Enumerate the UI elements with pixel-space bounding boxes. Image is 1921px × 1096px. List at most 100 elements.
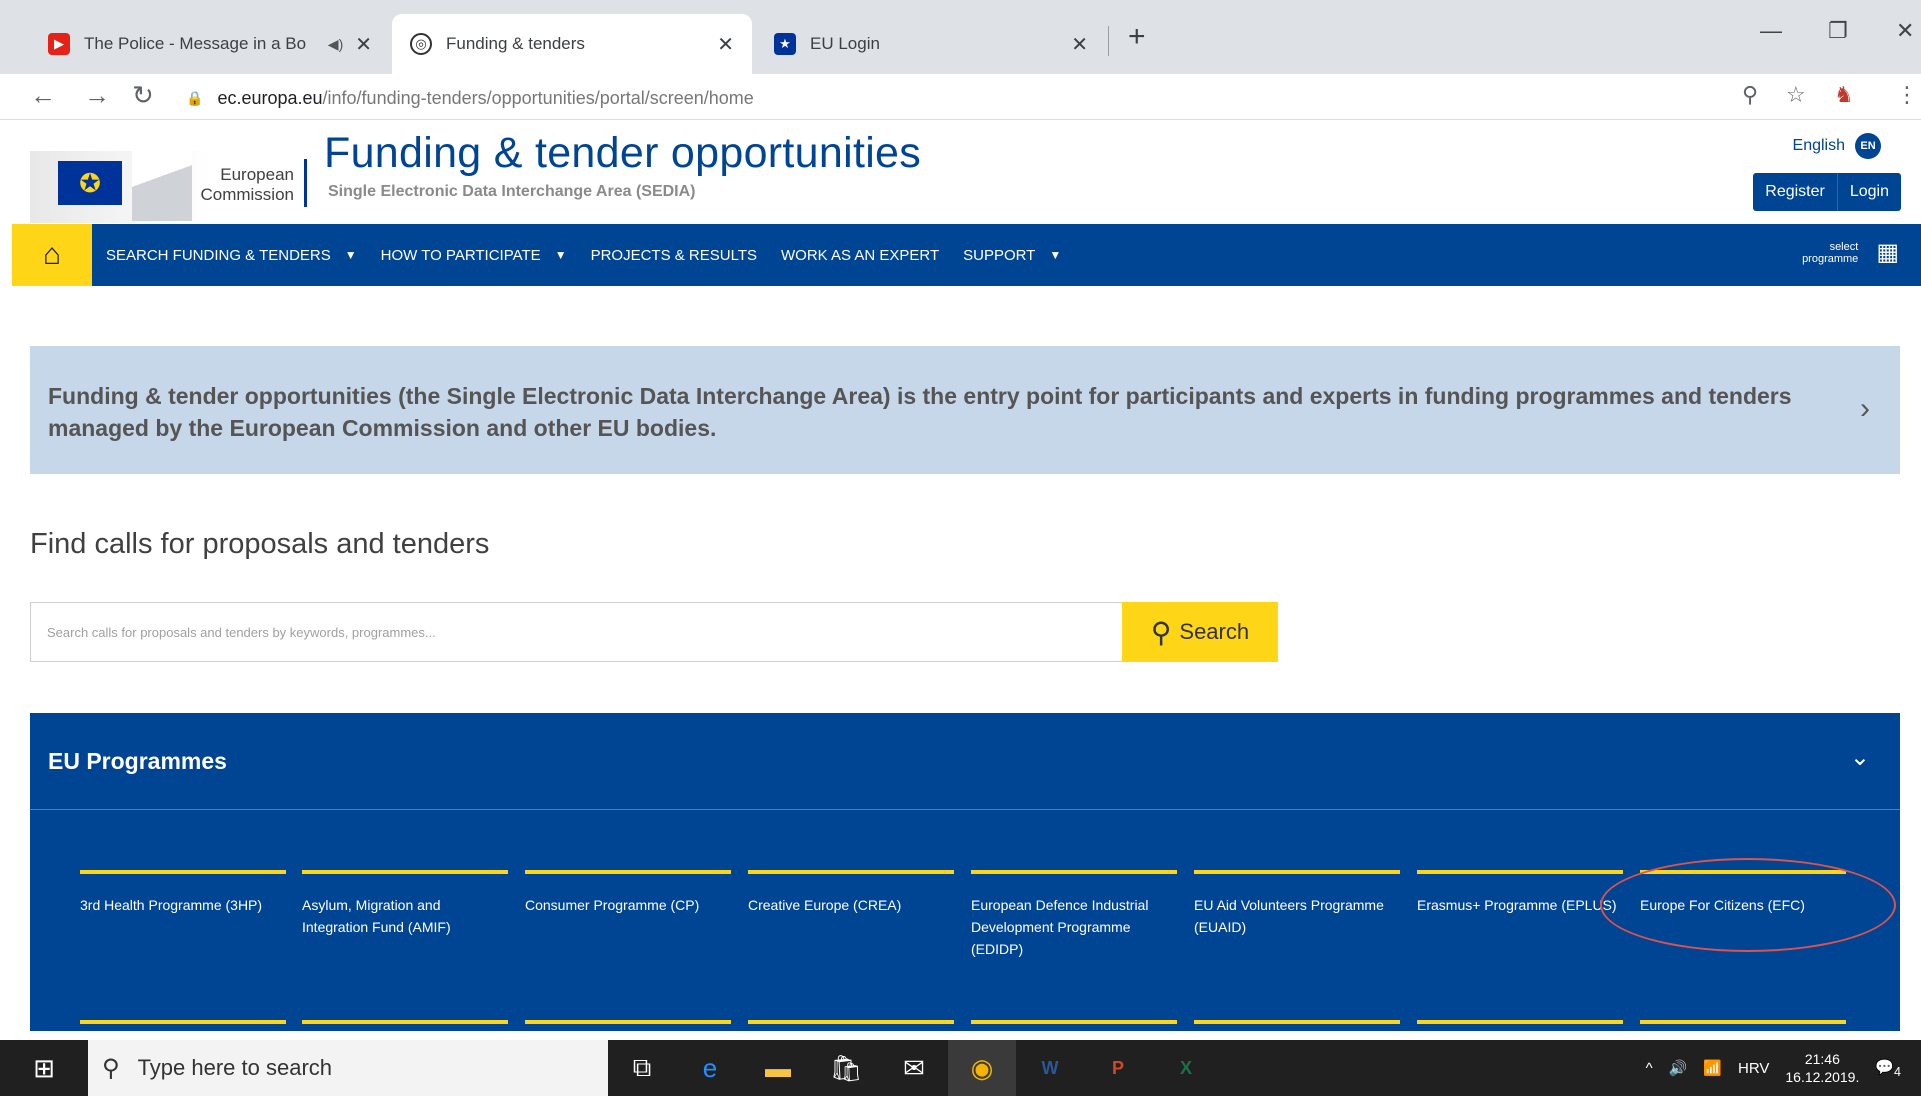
login-button[interactable]: Login [1836,173,1901,211]
search-button[interactable]: ⚲ Search [1122,602,1278,662]
tab-funding-tenders[interactable]: ◎ Funding & tenders ✕ [392,14,752,74]
language-selector[interactable]: English EN [1793,133,1881,159]
programme-link[interactable]: Consumer Programme (CP) [525,870,731,916]
programme-link[interactable]: Erasmus+ Programme (EPLUS) [1417,870,1623,916]
nav-search-funding[interactable]: SEARCH FUNDING & TENDERS ▼ [106,247,357,264]
new-tab-icon[interactable]: + [1128,20,1146,54]
nav-support[interactable]: SUPPORT ▼ [963,247,1061,264]
search-icon: ⚲ [1150,616,1172,648]
stars-icon: ✪ [79,168,101,198]
main-navigation: ⌂ SEARCH FUNDING & TENDERS ▼ HOW TO PARTI… [12,224,1921,286]
logo-line-2: Commission [200,185,294,204]
mail-icon[interactable]: ✉ [880,1040,948,1096]
home-button[interactable]: ⌂ [12,224,92,286]
programme-link[interactable]: Creative Europe (CREA) [748,870,954,916]
home-icon: ⌂ [42,238,62,271]
tab-title: The Police - Message in a Bo [84,34,307,53]
language-badge: EN [1855,133,1881,159]
chevron-down-icon[interactable]: ⌄ [1850,743,1870,772]
keyboard-language[interactable]: HRV [1738,1060,1769,1077]
programme-divider [1640,1020,1846,1024]
auth-buttons: Register Login [1753,173,1901,211]
file-explorer-icon[interactable]: ▬ [744,1040,812,1096]
programme-divider [971,1020,1177,1024]
site-header: ✪ European Commission Funding & tender o… [0,121,1921,224]
eu-programmes-header[interactable]: EU Programmes ⌄ [30,713,1900,810]
zoom-icon[interactable]: ⚲ [1742,82,1758,108]
programme-divider [525,1020,731,1024]
ec-logo-text[interactable]: European Commission [182,165,294,205]
eu-flag-icon: ★ [774,33,796,55]
chrome-icon[interactable]: ◉ [948,1040,1016,1096]
task-view-icon[interactable]: ⧉ [608,1040,676,1096]
programme-link[interactable]: European Defence Industrial Development … [971,870,1177,960]
network-icon[interactable]: 📶 [1703,1059,1722,1077]
minimize-icon[interactable]: — [1760,18,1782,44]
eu-programmes-title: EU Programmes [48,747,227,774]
register-button[interactable]: Register [1753,173,1837,211]
grid-icon: ▦ [1876,239,1899,266]
intro-text: Funding & tender opportunities (the Sing… [48,383,1792,441]
taskbar-search[interactable]: ⚲ Type here to search [88,1040,608,1096]
speaker-icon[interactable]: ◀) [328,36,343,53]
reload-icon[interactable]: ↻ [132,80,154,111]
word-icon[interactable]: W [1016,1040,1084,1096]
tab-title: Funding & tenders [446,34,585,53]
close-window-icon[interactable]: ✕ [1896,18,1914,44]
programme-link[interactable]: Asylum, Migration and Integration Fund (… [302,870,508,938]
programme-link[interactable]: EU Aid Volunteers Programme (EUAID) [1194,870,1400,938]
caret-down-icon: ▼ [1049,248,1062,262]
programme-link[interactable]: 3rd Health Programme (3HP) [80,870,286,916]
tab-separator [1108,26,1109,56]
site-title[interactable]: Funding & tender opportunities [324,129,921,178]
lock-icon: 🔒 [186,89,204,106]
address-bar: ← → ↻ 🔒 ec.europa.eu /info/funding-tende… [0,74,1921,120]
store-icon[interactable]: 🛍 [812,1040,880,1096]
caret-down-icon: ▼ [554,248,567,262]
extension-icon[interactable]: ♞ [1834,82,1854,108]
select-programme[interactable]: select programme ▦ [1802,238,1899,267]
powerpoint-icon[interactable]: P [1084,1040,1152,1096]
tab-title: EU Login [810,34,880,53]
forward-icon[interactable]: → [84,80,110,111]
clock[interactable]: 21:46 16.12.2019. [1785,1050,1859,1086]
language-label: English [1792,137,1845,154]
programme-divider [748,1020,954,1024]
nav-work-as-expert[interactable]: WORK AS AN EXPERT [781,247,939,264]
intro-banner[interactable]: Funding & tender opportunities (the Sing… [30,346,1900,474]
close-tab-icon[interactable]: ✕ [355,32,372,57]
nav-projects-results[interactable]: PROJECTS & RESULTS [591,247,757,264]
tab-youtube[interactable]: ▶ The Police - Message in a Bo ◀) ✕ [30,14,390,74]
edge-icon[interactable]: e [676,1040,744,1096]
chevron-right-icon[interactable]: › [1860,392,1870,426]
back-icon[interactable]: ← [30,80,56,111]
search-input[interactable] [30,602,1122,662]
logo-divider [304,159,307,207]
caret-down-icon: ▼ [344,248,357,262]
select-line-1: select [1829,240,1859,253]
volume-icon[interactable]: 🔊 [1669,1059,1688,1077]
search-icon: ⚲ [102,1054,120,1082]
close-tab-icon[interactable]: ✕ [717,32,734,57]
notifications-icon[interactable]: 💬4 [1875,1058,1901,1079]
url-field[interactable]: 🔒 ec.europa.eu /info/funding-tenders/opp… [186,82,754,114]
menu-dots-icon[interactable]: ⋮ [1896,82,1918,108]
browser-tab-bar: ▶ The Police - Message in a Bo ◀) ✕ ◎ Fu… [0,0,1921,74]
close-tab-icon[interactable]: ✕ [1071,32,1088,57]
eu-flag-logo[interactable]: ✪ [58,161,122,205]
windows-start-icon[interactable]: ⊞ [0,1040,88,1096]
notification-count: 4 [1894,1064,1901,1079]
bookmark-star-icon[interactable]: ☆ [1786,82,1806,108]
youtube-icon: ▶ [48,33,70,55]
nav-label: HOW TO PARTICIPATE [380,246,541,264]
programme-divider [1417,1020,1623,1024]
logo-line-1: European [220,165,294,184]
nav-label: SEARCH FUNDING & TENDERS [106,246,331,264]
excel-icon[interactable]: X [1152,1040,1220,1096]
system-tray: ^ 🔊 📶 HRV 21:46 16.12.2019. 💬4 [1630,1040,1901,1096]
chevron-up-icon[interactable]: ^ [1646,1060,1653,1077]
select-line-2: programme [1802,252,1859,265]
nav-how-to-participate[interactable]: HOW TO PARTICIPATE ▼ [381,247,567,264]
maximize-icon[interactable]: ❐ [1828,18,1848,44]
tab-eu-login[interactable]: ★ EU Login ✕ [756,14,1106,74]
